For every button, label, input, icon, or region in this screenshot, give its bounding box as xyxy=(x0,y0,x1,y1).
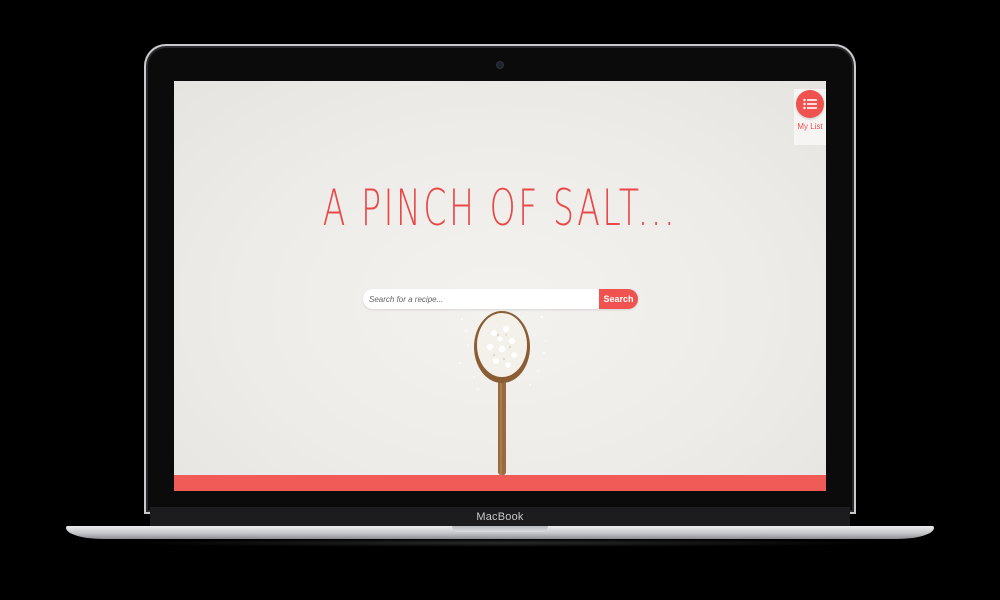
laptop-mockup: My List A PINCH OF SALT... Search for a … xyxy=(0,0,1000,600)
page-title: A PINCH OF SALT... xyxy=(322,179,678,237)
search-input[interactable] xyxy=(363,289,599,309)
my-list-panel: My List xyxy=(794,89,826,145)
footer-bar xyxy=(174,475,826,491)
base-shadow xyxy=(110,539,890,547)
my-list-button[interactable] xyxy=(796,90,824,118)
my-list-label[interactable]: My List xyxy=(797,122,822,131)
brand-label: MacBook xyxy=(476,510,524,523)
app-screen: My List A PINCH OF SALT... Search for a … xyxy=(174,81,826,491)
camera xyxy=(497,62,503,68)
search-button[interactable]: Search xyxy=(599,289,638,309)
search-bar: Search xyxy=(363,289,638,309)
laptop-notch xyxy=(452,526,548,532)
laptop-chin: MacBook xyxy=(150,507,850,526)
salt-spoon-image xyxy=(459,311,547,475)
list-icon xyxy=(803,98,817,110)
